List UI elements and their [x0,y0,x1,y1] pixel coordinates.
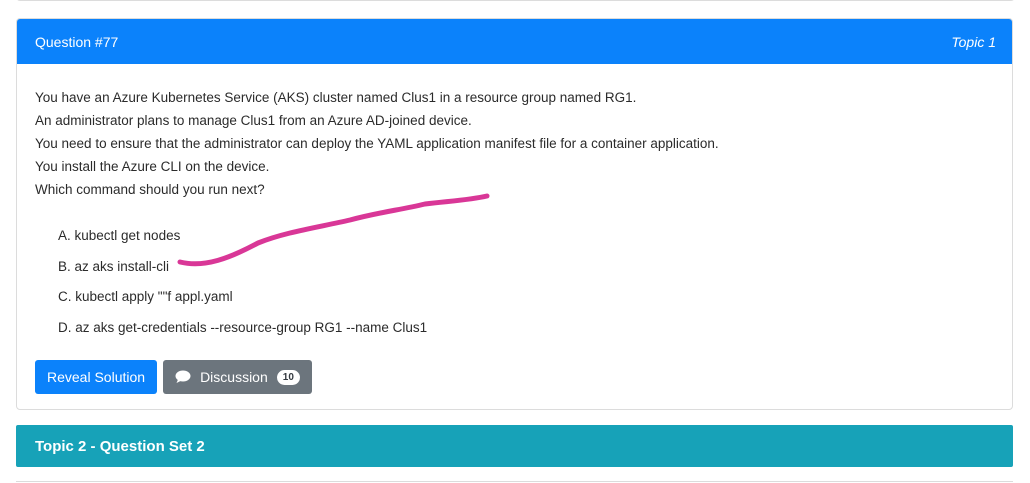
choice-b[interactable]: B. az aks install-cli [58,257,994,288]
topic-section-header: Topic 2 - Question Set 2 [16,425,1013,467]
question-line: You install the Azure CLI on the device. [35,159,270,174]
question-topic: Topic 1 [951,33,996,50]
question-actions: Reveal Solution Discussion 10 [35,360,312,394]
question-line: You need to ensure that the administrato… [35,136,719,151]
question-card-header: Question #77 Topic 1 [17,19,1012,64]
discussion-label: Discussion [200,369,268,385]
choice-a[interactable]: A. kubectl get nodes [58,226,994,257]
question-line: You have an Azure Kubernetes Service (AK… [35,90,637,105]
discussion-count-badge: 10 [276,369,300,385]
question-text: You have an Azure Kubernetes Service (AK… [35,86,994,201]
reveal-solution-button[interactable]: Reveal Solution [35,360,158,394]
question-line: An administrator plans to manage Clus1 f… [35,113,472,128]
choice-d[interactable]: D. az aks get-credentials --resource-gro… [58,318,994,349]
reveal-solution-label: Reveal Solution [47,369,146,385]
choices-list: A. kubectl get nodes B. az aks install-c… [35,226,994,348]
previous-card-edge [16,0,1015,1]
chat-bubble-icon [175,370,191,384]
question-card: Question #77 Topic 1 You have an Azure K… [16,18,1013,410]
discussion-button[interactable]: Discussion 10 [163,360,312,394]
topic-section-title: Topic 2 - Question Set 2 [35,437,205,455]
question-number: Question #77 [35,33,119,50]
choice-c[interactable]: C. kubectl apply ""f appl.yaml [58,287,994,318]
question-line: Which command should you run next? [35,182,265,197]
question-body: You have an Azure Kubernetes Service (AK… [17,64,1012,394]
page: Question #77 Topic 1 You have an Azure K… [0,0,1030,483]
